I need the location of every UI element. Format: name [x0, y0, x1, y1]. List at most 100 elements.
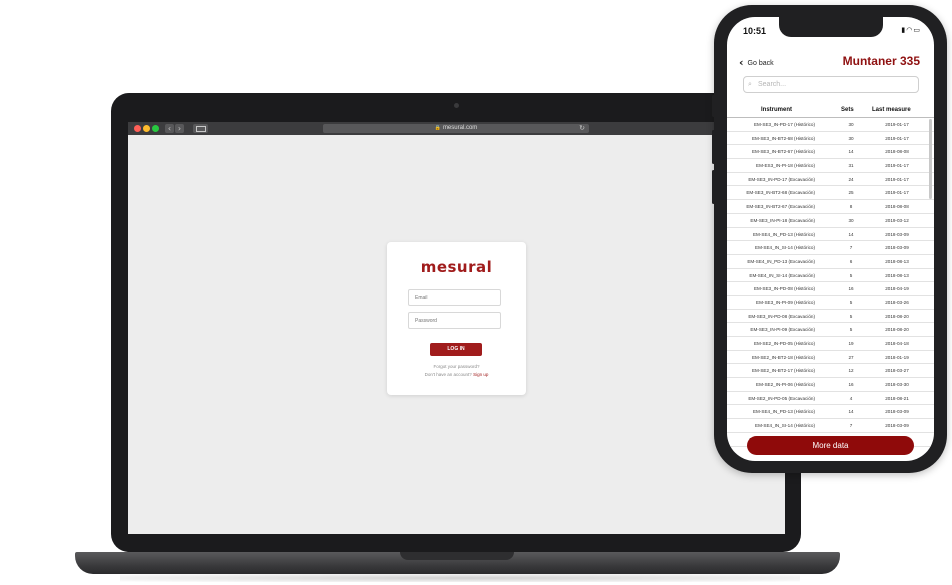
sets-cell: 7 — [849, 245, 853, 251]
sets-cell: 5 — [849, 327, 853, 333]
instrument-cell: EM-SE3_IN-BT2-68 (Excavación) — [746, 190, 815, 196]
sidebar-toggle-icon[interactable] — [193, 124, 208, 133]
table-scrollbar[interactable] — [929, 119, 932, 199]
chevron-left-icon[interactable]: ‹ — [165, 124, 174, 133]
laptop-device: ‹ › 🔒mesural.com ↻ mesural LOG IN Forgot… — [111, 93, 801, 552]
last-measure-cell: 2019-01-17 — [885, 135, 909, 141]
sets-cell: 25 — [848, 190, 854, 196]
camera-icon — [454, 103, 459, 108]
status-time: 10:51 — [743, 26, 767, 36]
lock-icon: 🔒 — [434, 125, 441, 131]
sets-cell: 6 — [849, 258, 853, 264]
table-row[interactable]: EM-SE2_IN-PD-05 (Excavación) 4 2018-08-21 — [727, 392, 934, 406]
table-row[interactable]: EM-SE3_IN-PD-17 (Excavación) 24 2019-01-17 — [727, 173, 934, 187]
table-row[interactable]: EM-SE2_IN-BT2-17 (Histórico) 12 2018-03-27 — [727, 364, 934, 379]
instrument-cell: EM-SE2_IN-PI-06 (Histórico) — [756, 382, 815, 388]
go-back-label: Go back — [747, 60, 774, 67]
last-measure-cell: 2019-01-17 — [885, 122, 909, 127]
instrument-cell: EM-SE3_IN-PD-17 (Histórico) — [753, 122, 815, 127]
table-row[interactable]: EM-SE4_IN_SI-14 (Histórico) 7 2018-03-09 — [727, 419, 934, 433]
sets-cell: 14 — [848, 231, 854, 237]
instrument-cell: EM-SE4_IN_PD-13 (Excavación) — [747, 258, 815, 264]
instrument-table: EM-SE3_IN-PD-17 (Histórico) 30 2019-01-17 E… — [727, 118, 934, 447]
table-row[interactable]: EM-ES3_IN-PI-18 (Histórico) 31 2019-01-17 — [727, 159, 934, 173]
last-measure-cell: 2018-08-13 — [885, 258, 909, 264]
sets-cell: 14 — [848, 409, 854, 415]
sets-cell: 27 — [848, 354, 854, 360]
table-row[interactable]: EM-SE3_IN-PI-09 (Excavación) 5 2018-08-20 — [727, 323, 934, 337]
phone-screen: 10:51 ▮◠▭ ‹ Go back Muntaner 335 ⌕ Search… — [727, 17, 934, 461]
laptop-hinge-notch — [400, 552, 514, 560]
last-measure-cell: 2018-03-26 — [885, 299, 909, 305]
signup-link[interactable]: Sign up — [473, 372, 488, 377]
sets-cell: 5 — [849, 313, 853, 319]
table-row[interactable]: EM-SE2_IN-BT2-18 (Histórico) 27 2018-01-19 — [727, 351, 934, 365]
table-row[interactable]: EM-SE3_IN-PI-09 (Histórico) 5 2018-03-26 — [727, 296, 934, 310]
table-row[interactable]: EM-SE2_IN-PI-06 (Histórico) 16 2018-03-30 — [727, 378, 934, 392]
sets-cell: 7 — [849, 423, 853, 429]
table-row[interactable]: EM-SE3_IN-BT2-67 (Excavación) 8 2018-08-08 — [727, 200, 934, 214]
last-measure-cell: 2018-08-08 — [885, 149, 909, 155]
column-header-instrument[interactable]: Instrument — [761, 107, 792, 113]
instrument-cell: EM-SE3_IN-PI-09 (Excavación) — [750, 327, 815, 333]
sets-cell: 5 — [849, 299, 853, 305]
table-row[interactable]: EM-SE3_IN-BT2-68 (Histórico) 30 2019-01-17 — [727, 132, 934, 146]
reload-icon[interactable]: ↻ — [579, 124, 585, 133]
more-data-button[interactable]: More data — [747, 436, 914, 455]
table-row[interactable]: EM-SE3_IN-PI-18 (Excavación) 30 2019-03-12 — [727, 214, 934, 228]
instrument-cell: EM-SE3_IN-PD-17 (Excavación) — [748, 176, 815, 182]
instrument-cell: EM-SE4_IN_PD-13 (Histórico) — [752, 409, 815, 415]
maximize-window-button[interactable] — [152, 125, 159, 132]
search-input[interactable]: ⌕ Search... — [743, 76, 919, 93]
sets-cell: 12 — [848, 368, 854, 374]
table-row[interactable]: EM-SE4_IN_PD-13 (Excavación) 6 2018-08-13 — [727, 255, 934, 269]
table-row[interactable]: EM-SE2_IN-PD-05 (Histórico) 19 2018-04-18 — [727, 337, 934, 351]
sets-cell: 31 — [848, 163, 854, 169]
sets-cell: 8 — [849, 204, 853, 210]
last-measure-cell: 2019-01-17 — [885, 176, 909, 182]
password-field[interactable] — [408, 312, 501, 329]
table-row[interactable]: EM-SE4_IN_SI-14 (Histórico) 7 2018-03-09 — [727, 241, 934, 255]
instrument-cell: EM-SE3_IN-PI-09 (Histórico) — [756, 299, 815, 305]
close-window-button[interactable] — [134, 125, 141, 132]
last-measure-cell: 2018-08-20 — [885, 327, 909, 333]
mesural-logo: mesural — [420, 258, 493, 276]
table-row[interactable]: EM-SE3_IN-BT2-68 (Excavación) 25 2019-01-1… — [727, 186, 934, 201]
last-measure-cell: 2018-03-30 — [885, 382, 909, 388]
minimize-window-button[interactable] — [143, 125, 150, 132]
instrument-cell: EM-SE3_IN-PD-08 (Excavación) — [748, 313, 815, 319]
login-button[interactable]: LOG IN — [430, 343, 482, 356]
address-bar[interactable]: 🔒 mesural.com ↻ — [323, 124, 589, 133]
column-header-sets[interactable]: Sets — [841, 107, 854, 113]
table-row[interactable]: EM-SE4_IN_PD-13 (Histórico) 14 2018-03-09 — [727, 228, 934, 242]
last-measure-cell: 2019-01-17 — [885, 163, 909, 169]
phone-notch — [779, 17, 883, 37]
table-row[interactable]: EM-SE3_IN-PD-08 (Excavación) 5 2018-08-20 — [727, 310, 934, 324]
last-measure-cell: 2018-08-08 — [885, 204, 909, 210]
phone-volume-up — [712, 130, 715, 164]
table-row[interactable]: EM-SE3_IN-BT2-67 (Histórico) 14 2018-08-08 — [727, 145, 934, 160]
chevron-right-icon[interactable]: › — [175, 124, 184, 133]
last-measure-cell: 2018-03-09 — [885, 423, 909, 429]
go-back-button[interactable]: ‹ Go back — [739, 56, 774, 69]
last-measure-cell: 2018-08-13 — [885, 272, 909, 278]
sets-cell: 14 — [848, 149, 854, 155]
table-row[interactable]: EM-SE4_IN_PD-13 (Histórico) 14 2018-03-09 — [727, 405, 934, 420]
phone-mute-switch — [712, 95, 715, 117]
email-field[interactable] — [408, 289, 501, 306]
browser-toolbar: ‹ › 🔒 mesural.com ↻ — [128, 122, 785, 135]
table-row[interactable]: EM-SE3_IN-PD-17 (Histórico) 30 2019-01-17 — [727, 118, 934, 132]
last-measure-cell: 2019-01-17 — [885, 190, 909, 196]
status-icons: ▮◠▭ — [901, 26, 921, 34]
phone-device: 10:51 ▮◠▭ ‹ Go back Muntaner 335 ⌕ Search… — [712, 5, 947, 473]
no-account-text: Don't have an account? — [424, 372, 472, 377]
forgot-password-link[interactable]: Forgot your password? — [387, 364, 526, 369]
table-row[interactable]: EM-SE3_IN-PD-08 (Histórico) 16 2018-04-19 — [727, 282, 934, 296]
instrument-cell: EM-SE4_IN_PD-13 (Histórico) — [752, 231, 815, 237]
table-row[interactable]: EM-SE4_IN_SI-14 (Excavación) 5 2018-08-13 — [727, 269, 934, 283]
instrument-cell: EM-SE4_IN_SI-14 (Histórico) — [755, 423, 815, 429]
last-measure-cell: 2018-08-20 — [885, 313, 909, 319]
sets-cell: 24 — [848, 176, 854, 182]
instrument-cell: EM-SE4_IN_SI-14 (Histórico) — [755, 245, 815, 251]
column-header-last-measure[interactable]: Last measure — [872, 107, 911, 113]
